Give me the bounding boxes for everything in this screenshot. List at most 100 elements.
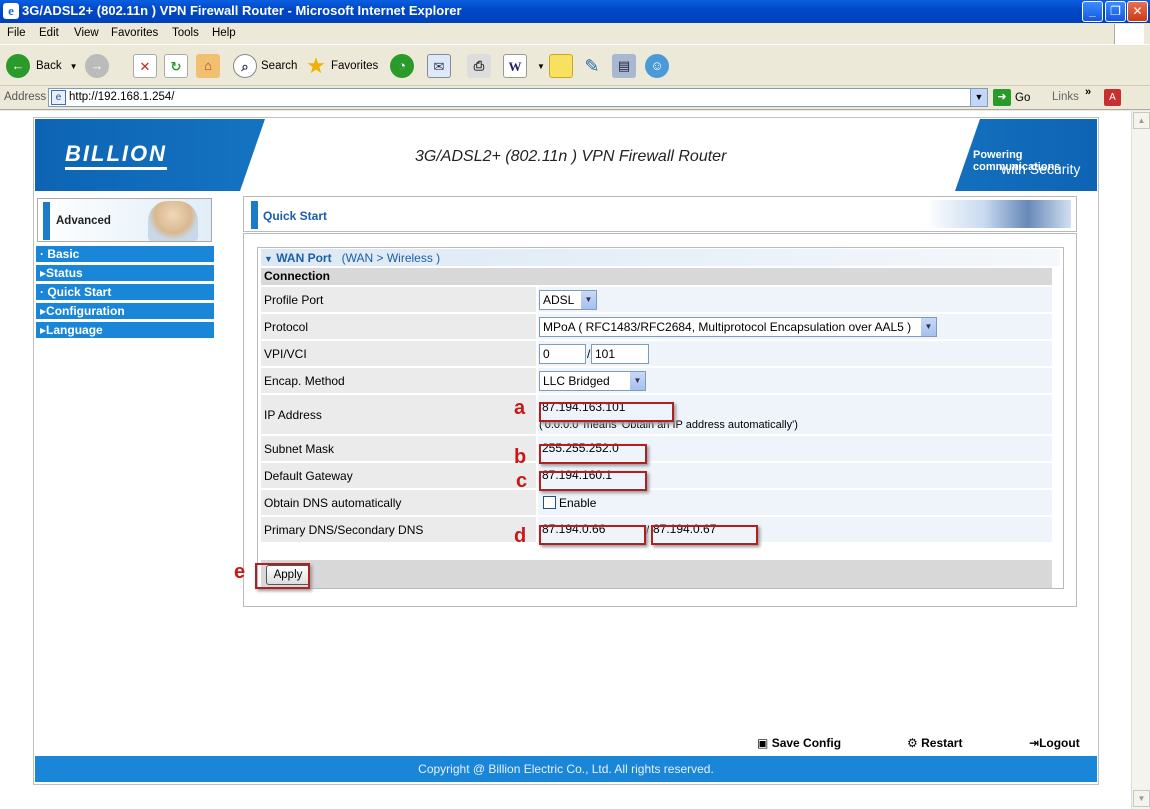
- back-arrow-icon: ←: [6, 54, 30, 78]
- research-icon: ✎: [584, 56, 600, 76]
- row-profile-port: Profile Port ADSL ▼: [261, 287, 1052, 314]
- profile-port-select[interactable]: ADSL ▼: [539, 290, 597, 310]
- page-viewport: BILLION 3G/ADSL2+ (802.11n ) VPN Firewal…: [0, 111, 1131, 809]
- apply-row: Apply: [261, 560, 1052, 588]
- nav-configuration[interactable]: ▸Configuration: [36, 303, 214, 320]
- row-dns-auto: Obtain DNS automatically Enable: [261, 490, 1052, 517]
- chevron-down-icon: ▼: [580, 291, 596, 309]
- dns-auto-checkbox[interactable]: [543, 496, 556, 509]
- value-cell: LLC Bridged ▼: [538, 368, 1052, 393]
- restart-icon: ⚙: [907, 736, 918, 750]
- links-label[interactable]: Links: [1052, 91, 1079, 103]
- wan-header: ▼ WAN Port (WAN > Wireless ): [261, 249, 1060, 266]
- search-button[interactable]: ⌕ Search: [233, 52, 297, 80]
- home-icon: ⌂: [196, 54, 220, 78]
- media-button[interactable]: ▤: [612, 52, 636, 80]
- back-button[interactable]: ← Back ▼: [6, 52, 78, 80]
- protocol-select[interactable]: MPoA ( RFC1483/RFC2684, Multiprotocol En…: [539, 317, 937, 337]
- annotation-box-e: [255, 563, 310, 589]
- chevron-icon[interactable]: »: [1085, 86, 1091, 98]
- scroll-up-icon[interactable]: ▲: [1133, 112, 1150, 129]
- menu-help[interactable]: Help: [212, 27, 236, 39]
- chevron-down-icon: ▼: [629, 372, 645, 390]
- refresh-button[interactable]: ↻: [164, 52, 188, 80]
- go-button[interactable]: ➜ Go: [993, 89, 1030, 106]
- annotation-letter-a: a: [514, 397, 526, 419]
- save-config-link[interactable]: ▣ Save Config: [757, 736, 841, 750]
- banner-title: 3G/ADSL2+ (802.11n ) VPN Firewall Router: [415, 148, 727, 165]
- annotation-box-d1: [539, 525, 646, 545]
- minimize-button[interactable]: _: [1082, 1, 1103, 22]
- annotation-letter-c: c: [516, 470, 528, 492]
- star-icon: ★: [306, 53, 326, 78]
- value-cell: ADSL ▼: [538, 287, 1052, 312]
- toolbar: ← Back ▼ → ✕ ↻ ⌂ ⌕ Search ★ Favorites ◔ …: [0, 46, 1150, 86]
- menu-bar: File Edit View Favorites Tools Help: [0, 23, 1150, 45]
- messenger-button[interactable]: ✎: [580, 52, 604, 80]
- mail-button[interactable]: ✉: [427, 52, 451, 80]
- copyright-bar: Copyright @ Billion Electric Co., Ltd. A…: [35, 756, 1097, 782]
- nav-status[interactable]: ▸Status: [36, 265, 214, 282]
- dropdown-icon: ▼: [69, 61, 78, 71]
- tagline-line2: with Security: [1001, 161, 1081, 177]
- advanced-label: Advanced: [56, 215, 111, 227]
- nav-language[interactable]: ▸Language: [36, 322, 214, 339]
- page-icon: e: [51, 90, 66, 105]
- pdf-icon[interactable]: A: [1104, 89, 1121, 106]
- row-protocol: Protocol MPoA ( RFC1483/RFC2684, Multipr…: [261, 314, 1052, 341]
- history-button[interactable]: ◔: [390, 52, 414, 80]
- note-icon: [549, 54, 573, 78]
- close-button[interactable]: ✕: [1127, 1, 1148, 22]
- scroll-down-icon[interactable]: ▼: [1133, 790, 1150, 807]
- title-bar: e 3G/ADSL2+ (802.11n ) VPN Firewall Rout…: [0, 0, 1150, 23]
- billion-logo: BILLION: [65, 141, 167, 170]
- row-encap: Encap. Method LLC Bridged ▼: [261, 368, 1052, 395]
- advanced-bar: [43, 202, 50, 240]
- logout-link[interactable]: ⇥Logout: [1029, 736, 1080, 750]
- separator: /: [646, 523, 650, 537]
- chevron-down-icon: ▼: [920, 318, 936, 336]
- maximize-button[interactable]: ❐: [1105, 1, 1126, 22]
- dropdown-icon: ▼: [537, 61, 545, 71]
- address-bar: Address e http://192.168.1.254/ ▼ ➜ Go L…: [0, 86, 1150, 110]
- menu-view[interactable]: View: [74, 27, 99, 39]
- menu-edit[interactable]: Edit: [39, 27, 59, 39]
- print-button[interactable]: ⎙: [467, 52, 491, 80]
- wan-breadcrumb[interactable]: (WAN > Wireless ): [342, 251, 441, 265]
- people-icon: ☺: [645, 54, 669, 78]
- stop-icon: ✕: [133, 54, 157, 78]
- encap-select[interactable]: LLC Bridged ▼: [539, 371, 646, 391]
- header-bar: [251, 201, 258, 229]
- address-input[interactable]: e http://192.168.1.254/ ▼: [48, 88, 988, 107]
- forward-arrow-icon: →: [85, 54, 109, 78]
- stop-button[interactable]: ✕: [133, 52, 157, 80]
- ie-logo-icon: e: [3, 3, 19, 19]
- discuss-button[interactable]: [549, 52, 573, 80]
- history-icon: ◔: [390, 54, 414, 78]
- vertical-scrollbar[interactable]: ▲ ▼: [1131, 111, 1150, 809]
- favorites-button[interactable]: ★ Favorites: [304, 52, 378, 80]
- vpi-input[interactable]: 0: [539, 344, 586, 364]
- edit-button[interactable]: W ▼: [503, 52, 545, 80]
- row-subnet: Subnet Mask 255.255.252.0: [261, 436, 1052, 463]
- people-button[interactable]: ☺: [645, 52, 669, 80]
- refresh-icon: ↻: [164, 54, 188, 78]
- menu-file[interactable]: File: [7, 27, 26, 39]
- nav-quick-start[interactable]: · Quick Start: [36, 284, 214, 301]
- windows-logo-icon: [1114, 24, 1144, 44]
- banner: BILLION 3G/ADSL2+ (802.11n ) VPN Firewal…: [35, 119, 1097, 191]
- window-title: 3G/ADSL2+ (802.11n ) VPN Firewall Router…: [22, 3, 462, 18]
- menu-favorites[interactable]: Favorites: [111, 27, 158, 39]
- row-gateway: Default Gateway 87.194.160.1: [261, 463, 1052, 490]
- print-icon: ⎙: [467, 54, 491, 78]
- menu-tools[interactable]: Tools: [172, 27, 199, 39]
- dns-auto-label: Enable: [559, 496, 597, 510]
- vci-input[interactable]: 101: [591, 344, 649, 364]
- address-dropdown-icon[interactable]: ▼: [970, 89, 987, 106]
- forward-button[interactable]: →: [85, 52, 109, 80]
- separator: /: [587, 347, 591, 361]
- restart-link[interactable]: ⚙ Restart: [907, 736, 962, 750]
- row-vpi-vci: VPI/VCI 0 / 101: [261, 341, 1052, 368]
- nav-basic[interactable]: · Basic: [36, 246, 214, 263]
- home-button[interactable]: ⌂: [196, 52, 220, 80]
